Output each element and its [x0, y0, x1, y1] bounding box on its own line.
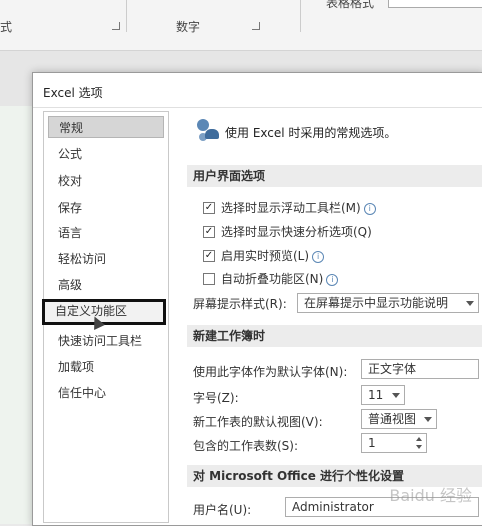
nav-item-quick-access-toolbar[interactable]: 快速访问工具栏	[48, 330, 164, 352]
baidu-watermark: Baidu 经验	[389, 486, 472, 505]
nav-item-customize-ribbon-label: 自定义功能区	[55, 304, 128, 318]
ribbon-group-format: 式	[0, 20, 13, 34]
username-label: 用户名(U):	[193, 503, 252, 517]
checkbox-quick-analysis[interactable]: ✓	[203, 226, 215, 238]
new-workbook-section: 新建工作簿时	[187, 325, 482, 347]
spin-up-icon[interactable]	[416, 437, 422, 441]
general-description: 使用 Excel 时采用的常规选项。	[225, 126, 397, 140]
info-icon: i	[326, 274, 339, 286]
nav-item-add-ins[interactable]: 加载项	[48, 356, 164, 378]
chevron-down-icon	[424, 417, 432, 422]
default-font-select[interactable]: 正文字体	[361, 359, 479, 379]
dialog-launcher-icon[interactable]	[112, 22, 120, 30]
ribbon-dropdown[interactable]	[388, 0, 482, 8]
ribbon-separator	[126, 0, 127, 32]
nav-item-customize-ribbon[interactable]: 自定义功能区	[42, 299, 166, 330]
spin-down-icon[interactable]	[416, 445, 422, 449]
table-format-button[interactable]: 表格格式	[326, 0, 374, 11]
options-nav: 常规 公式 校对 保存 语言 轻松访问 高级 自定义功能区 快速访问工具栏 加载…	[42, 111, 169, 523]
screentip-style-select[interactable]: 在屏幕提示中显示功能说明	[297, 293, 479, 313]
nav-item-save[interactable]: 保存	[48, 197, 164, 219]
checkbox-mini-toolbar[interactable]: ✓	[203, 202, 215, 214]
nav-item-language[interactable]: 语言	[48, 222, 164, 244]
info-icon: i	[363, 203, 376, 215]
font-size-label: 字号(Z):	[193, 391, 239, 405]
nav-item-trust-center[interactable]: 信任中心	[48, 382, 164, 404]
checkbox-live-preview[interactable]: ✓	[203, 250, 215, 262]
dialog-launcher-icon[interactable]	[252, 22, 260, 30]
info-icon: i	[312, 251, 325, 263]
default-view-select[interactable]: 普通视图	[361, 409, 437, 429]
options-content: 使用 Excel 时采用的常规选项。 用户界面选项 ✓ 选择时显示浮动工具栏(M…	[173, 111, 482, 521]
nav-item-accessibility[interactable]: 轻松访问	[48, 248, 164, 270]
general-settings-icon	[197, 119, 219, 141]
nav-item-general[interactable]: 常规	[48, 116, 164, 138]
nav-item-advanced[interactable]: 高级	[48, 274, 164, 296]
ui-options-section: 用户界面选项	[187, 165, 482, 187]
excel-ribbon: 式 数字 表格格式	[0, 0, 482, 51]
font-size-select[interactable]: 11	[361, 385, 405, 405]
checkbox-auto-collapse-ribbon[interactable]	[203, 273, 215, 285]
nav-item-proofing[interactable]: 校对	[48, 170, 164, 192]
sheet-count-label: 包含的工作表数(S):	[193, 439, 299, 453]
chevron-down-icon	[466, 301, 474, 306]
default-font-label: 使用此字体作为默认字体(N):	[193, 365, 348, 379]
default-view-label: 新工作表的默认视图(V):	[193, 415, 323, 429]
nav-item-formulas[interactable]: 公式	[48, 143, 164, 165]
dialog-titlebar: Excel 选项	[33, 73, 482, 108]
sheet-count-stepper[interactable]: 1	[361, 433, 427, 453]
excel-options-dialog: Excel 选项 常规 公式 校对 保存 语言 轻松访问 高级 自定义功能区 快…	[32, 72, 482, 526]
dialog-title: Excel 选项	[43, 86, 103, 100]
screentip-label: 屏幕提示样式(R):	[193, 297, 287, 311]
chevron-down-icon	[392, 393, 400, 398]
ribbon-group-number: 数字	[176, 20, 201, 34]
ribbon-separator	[300, 0, 301, 32]
